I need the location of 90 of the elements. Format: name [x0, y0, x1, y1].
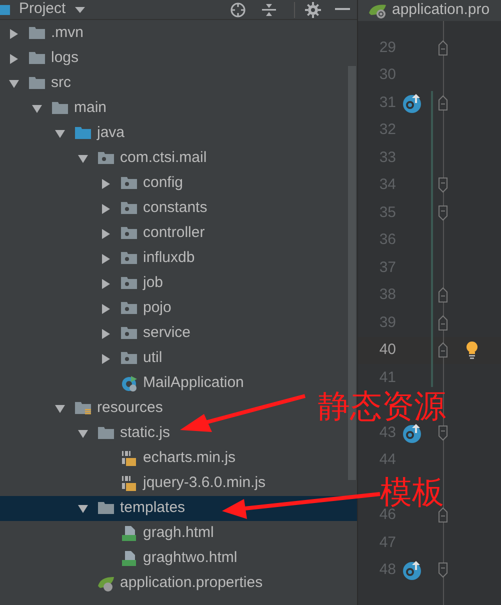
tab-title: application.pro [392, 0, 490, 20]
spring-leaf-icon [368, 2, 388, 18]
expanded-arrow-icon[interactable] [77, 152, 89, 164]
html-file-icon [121, 550, 137, 566]
collapsed-arrow-icon[interactable] [100, 328, 112, 340]
collapsed-arrow-icon[interactable] [100, 178, 112, 190]
run-gutter-icon[interactable] [402, 560, 422, 580]
expanded-arrow-icon[interactable] [77, 502, 89, 514]
expanded-arrow-icon[interactable] [54, 402, 66, 414]
annotation-label: 静态资源 [318, 391, 446, 421]
tree-item-label[interactable]: echarts.min.js [143, 447, 236, 470]
fold-marker-icon[interactable] [438, 507, 448, 524]
tree-item-label[interactable]: influxdb [143, 247, 195, 270]
tree-item-label[interactable]: constants [143, 197, 208, 220]
package-folder-icon [121, 326, 137, 342]
tree-item-label[interactable]: gragh.html [143, 522, 214, 545]
expanded-arrow-icon[interactable] [31, 102, 43, 114]
tree-item-label[interactable]: com.ctsi.mail [120, 147, 207, 170]
html-file-icon [121, 526, 137, 542]
collapsed-arrow-icon[interactable] [100, 302, 112, 314]
project-view-icon [0, 4, 10, 16]
resource-folder-icon [75, 400, 91, 416]
tree-item-label[interactable]: util [143, 347, 162, 370]
tree-item-label[interactable]: logs [51, 47, 79, 70]
folder-icon [75, 126, 91, 142]
folder-icon [98, 426, 114, 442]
tree-item-label[interactable]: controller [143, 222, 205, 245]
fold-marker-icon[interactable] [438, 287, 448, 304]
run-gutter-icon[interactable] [402, 92, 422, 113]
tree-item-label[interactable]: static.js [120, 422, 170, 445]
collapsed-arrow-icon[interactable] [100, 352, 112, 364]
collapsed-arrow-icon[interactable] [100, 202, 112, 214]
folder-icon [29, 50, 45, 66]
package-folder-icon [121, 200, 137, 216]
dropdown-caret-icon[interactable] [74, 6, 86, 14]
fold-marker-icon[interactable] [438, 424, 448, 441]
fold-marker-icon[interactable] [438, 94, 448, 111]
package-folder-icon [121, 350, 137, 366]
fold-marker-icon[interactable] [438, 562, 448, 578]
annotation-label: 模板 [380, 477, 444, 507]
tree-item-label[interactable]: resources [97, 397, 163, 420]
tree-item-label[interactable]: graghtwo.html [143, 547, 238, 570]
expanded-arrow-icon[interactable] [8, 78, 20, 90]
collapse-all-icon[interactable] [262, 2, 276, 16]
tree-item-label[interactable]: src [51, 72, 71, 95]
fold-marker-icon[interactable] [438, 314, 448, 331]
package-folder-icon [121, 276, 137, 292]
folder-icon [29, 76, 45, 92]
line-number: 40 [378, 340, 396, 360]
expanded-arrow-icon[interactable] [54, 128, 66, 140]
fold-marker-icon[interactable] [438, 40, 448, 56]
package-folder-icon [121, 226, 137, 242]
tree-item-label[interactable]: pojo [143, 297, 172, 320]
folder-icon [98, 500, 114, 516]
js-file-icon [121, 476, 137, 492]
collapsed-arrow-icon[interactable] [8, 52, 20, 64]
fold-marker-icon[interactable] [438, 342, 448, 358]
collapsed-arrow-icon[interactable] [8, 28, 20, 40]
tree-item-label[interactable]: templates [120, 497, 186, 520]
package-folder-icon [98, 150, 114, 166]
tree-item-label[interactable]: main [74, 97, 107, 120]
fold-marker-icon[interactable] [438, 204, 448, 221]
tree-item-label[interactable]: job [143, 272, 164, 295]
js-file-icon [121, 450, 137, 466]
fold-marker-icon[interactable] [438, 177, 448, 194]
expanded-arrow-icon[interactable] [77, 428, 89, 440]
run-gutter-icon[interactable] [402, 422, 422, 443]
package-folder-icon [121, 176, 137, 192]
spring-class-icon [121, 376, 137, 392]
collapsed-arrow-icon[interactable] [100, 278, 112, 290]
tree-item-label[interactable]: java [97, 122, 125, 145]
tree-item-label[interactable]: config [143, 172, 184, 195]
folder-icon [29, 26, 45, 42]
tree-item-label[interactable]: jquery-3.6.0.min.js [143, 472, 266, 495]
collapsed-arrow-icon[interactable] [100, 252, 112, 264]
panel-title[interactable]: Project [19, 0, 66, 21]
lightbulb-icon[interactable] [466, 341, 478, 360]
tree-item-label[interactable]: application.properties [120, 572, 263, 595]
package-folder-icon [121, 250, 137, 266]
package-folder-icon [121, 300, 137, 316]
minimize-icon[interactable] [335, 8, 350, 11]
tree-item-label[interactable]: .mvn [51, 22, 84, 45]
selected-tree-row[interactable]: templates [0, 496, 357, 521]
tree-item-label[interactable]: service [143, 322, 191, 345]
spring-leaf-icon [98, 576, 114, 592]
locate-icon[interactable] [230, 2, 246, 18]
settings-icon[interactable] [305, 2, 321, 18]
folder-icon [52, 100, 68, 116]
collapsed-arrow-icon[interactable] [100, 228, 112, 240]
tree-item-label[interactable]: MailApplication [143, 372, 244, 395]
